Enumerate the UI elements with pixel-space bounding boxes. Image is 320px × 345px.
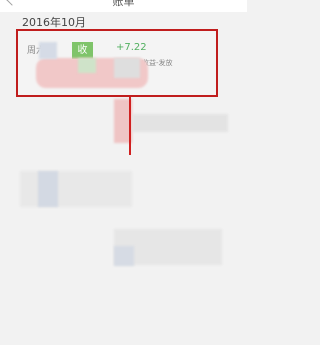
top-bar: 账单 xyxy=(0,0,247,12)
month-label: 2016年10月 xyxy=(22,16,86,29)
redacted-region xyxy=(38,171,58,207)
page-title: 账单 xyxy=(112,0,135,8)
redacted-region xyxy=(114,246,134,266)
annotation-arrow xyxy=(129,97,131,155)
entry-amount: +7.22 xyxy=(116,42,147,53)
redacted-region xyxy=(39,42,57,59)
redacted-region xyxy=(132,114,228,132)
income-badge: 收 xyxy=(72,42,93,59)
redacted-region xyxy=(20,171,132,207)
redacted-region xyxy=(78,58,96,73)
redacted-region xyxy=(114,58,140,78)
